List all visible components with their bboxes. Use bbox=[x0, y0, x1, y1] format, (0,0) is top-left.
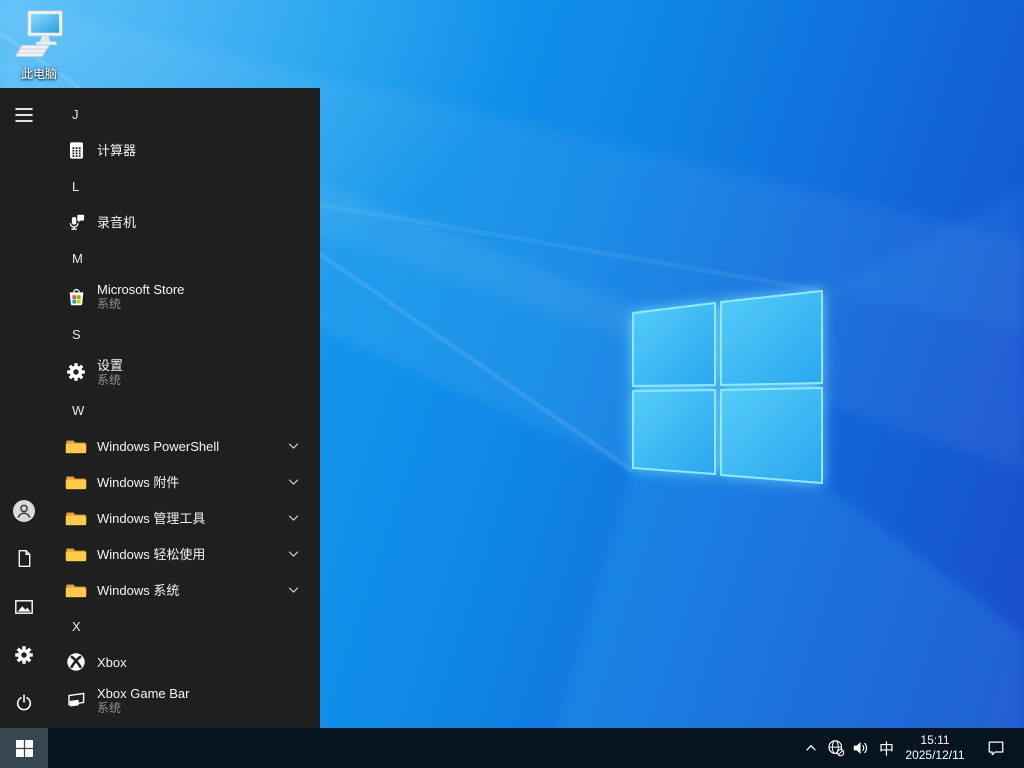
app-item-label: Windows PowerShell bbox=[97, 438, 220, 454]
section-header-s[interactable]: S bbox=[48, 316, 320, 352]
folder-icon bbox=[64, 434, 88, 458]
app-item-sublabel: 系统 bbox=[97, 372, 122, 387]
section-letter: S bbox=[72, 326, 81, 342]
screen: 此电脑 J 计算器 L 录音机 M Microsoft Store 系统 S 设置 系统 W Wind… bbox=[0, 0, 1024, 768]
app-item-label: 设置 bbox=[97, 357, 124, 373]
app-item-label: Windows 系统 bbox=[97, 582, 180, 598]
app-list-item-calculator[interactable]: 计算器 bbox=[48, 132, 320, 168]
start-menu: J 计算器 L 录音机 M Microsoft Store 系统 S 设置 系统 W Windows … bbox=[0, 88, 320, 728]
app-item-label: Windows 附件 bbox=[97, 474, 180, 490]
app-item-texts: Windows 系统 bbox=[97, 583, 179, 598]
tray-chevron-up-icon[interactable] bbox=[799, 728, 823, 768]
rail-power-button[interactable] bbox=[0, 680, 48, 728]
app-item-label: Xbox Game Bar bbox=[97, 685, 190, 701]
folder-icon bbox=[64, 542, 88, 566]
clock-date: 2025/12/11 bbox=[905, 748, 965, 762]
xbox-game-bar-icon bbox=[64, 688, 88, 712]
network-globe-icon[interactable] bbox=[823, 728, 848, 768]
windows-logo-icon bbox=[15, 739, 33, 757]
app-list-item-folder[interactable]: Windows 附件 bbox=[48, 464, 320, 500]
calculator-icon bbox=[64, 138, 88, 162]
xbox-icon bbox=[64, 650, 88, 674]
section-header-x[interactable]: X bbox=[48, 608, 320, 644]
settings-gear-icon bbox=[64, 360, 88, 384]
section-letter: M bbox=[72, 250, 83, 266]
start-button[interactable] bbox=[0, 728, 48, 768]
chevron-down-icon[interactable] bbox=[288, 550, 299, 558]
pictures-icon bbox=[14, 597, 34, 620]
app-list-item-folder[interactable]: Windows 系统 bbox=[48, 572, 320, 608]
app-list-item-folder[interactable]: Windows PowerShell bbox=[48, 428, 320, 464]
section-header-z[interactable]: Z bbox=[48, 720, 320, 728]
app-item-texts: Xbox bbox=[97, 655, 127, 670]
app-item-texts: Microsoft Store 系统 bbox=[97, 282, 184, 311]
folder-icon bbox=[64, 506, 88, 530]
app-item-texts: Windows PowerShell bbox=[97, 439, 219, 454]
app-item-texts: Windows 附件 bbox=[97, 475, 179, 490]
app-item-label: Windows 轻松使用 bbox=[97, 546, 206, 562]
app-item-sublabel: 系统 bbox=[97, 700, 122, 715]
start-menu-rail-bottom bbox=[0, 488, 48, 728]
rail-pictures-button[interactable] bbox=[0, 584, 48, 632]
app-item-texts: Windows 管理工具 bbox=[97, 511, 205, 526]
settings-icon bbox=[14, 645, 34, 668]
hamburger-icon bbox=[14, 105, 34, 128]
section-letter: W bbox=[72, 402, 85, 418]
taskbar-clock[interactable]: 15:11 2025/12/11 bbox=[900, 728, 970, 768]
start-menu-app-list: J 计算器 L 录音机 M Microsoft Store 系统 S 设置 系统 W Windows … bbox=[48, 88, 320, 728]
app-item-texts: 录音机 bbox=[97, 215, 136, 230]
app-list-item-voice-recorder[interactable]: 录音机 bbox=[48, 204, 320, 240]
chevron-down-icon[interactable] bbox=[288, 442, 299, 450]
documents-icon bbox=[15, 549, 34, 571]
app-item-sublabel: 系统 bbox=[97, 296, 122, 311]
app-item-label: 录音机 bbox=[97, 214, 137, 230]
app-item-label: Xbox bbox=[97, 654, 127, 670]
rail-documents-button[interactable] bbox=[0, 536, 48, 584]
app-list-item-xbox[interactable]: Xbox bbox=[48, 644, 320, 680]
system-tray: 中 15:11 2025/12/11 bbox=[799, 728, 1024, 768]
folder-icon bbox=[64, 470, 88, 494]
section-header-w[interactable]: W bbox=[48, 392, 320, 428]
section-header-m[interactable]: M bbox=[48, 240, 320, 276]
folder-icon bbox=[64, 578, 88, 602]
app-item-label: Microsoft Store bbox=[97, 281, 185, 297]
section-letter: J bbox=[72, 106, 79, 122]
chevron-down-icon[interactable] bbox=[288, 478, 299, 486]
app-item-label: Windows 管理工具 bbox=[97, 510, 206, 526]
rail-hamburger-button[interactable] bbox=[0, 96, 48, 136]
section-header-l[interactable]: L bbox=[48, 168, 320, 204]
user-icon bbox=[12, 499, 36, 526]
this-pc-icon bbox=[14, 10, 63, 57]
start-menu-rail bbox=[0, 88, 48, 728]
voice-recorder-icon bbox=[64, 210, 88, 234]
app-item-texts: Windows 轻松使用 bbox=[97, 547, 205, 562]
chevron-down-icon[interactable] bbox=[288, 586, 299, 594]
chevron-down-icon[interactable] bbox=[288, 514, 299, 522]
action-center-icon[interactable] bbox=[984, 728, 1008, 768]
app-item-texts: 计算器 bbox=[97, 143, 136, 158]
this-pc-label: 此电脑 bbox=[20, 67, 57, 81]
taskbar: 中 15:11 2025/12/11 bbox=[0, 728, 1024, 768]
app-item-label: 计算器 bbox=[97, 142, 137, 158]
this-pc-desktop-icon[interactable]: 此电脑 bbox=[7, 8, 71, 82]
app-list-item-settings-gear[interactable]: 设置 系统 bbox=[48, 352, 320, 392]
section-letter: L bbox=[72, 178, 80, 194]
section-header-j[interactable]: J bbox=[48, 96, 320, 132]
power-icon bbox=[14, 693, 34, 716]
app-list-item-folder[interactable]: Windows 轻松使用 bbox=[48, 536, 320, 572]
app-item-texts: Xbox Game Bar 系统 bbox=[97, 686, 190, 715]
microsoft-store-icon bbox=[64, 284, 88, 308]
ime-indicator[interactable]: 中 bbox=[873, 728, 900, 768]
app-item-texts: 设置 系统 bbox=[97, 358, 123, 387]
volume-speaker-icon[interactable] bbox=[848, 728, 873, 768]
rail-settings-button[interactable] bbox=[0, 632, 48, 680]
clock-time: 15:11 bbox=[920, 733, 950, 747]
app-list-item-folder[interactable]: Windows 管理工具 bbox=[48, 500, 320, 536]
section-letter: X bbox=[72, 618, 81, 634]
rail-user-button[interactable] bbox=[0, 488, 48, 536]
app-list-item-xbox-game-bar[interactable]: Xbox Game Bar 系统 bbox=[48, 680, 320, 720]
app-list-item-microsoft-store[interactable]: Microsoft Store 系统 bbox=[48, 276, 320, 316]
start-menu-rail-top bbox=[0, 96, 48, 136]
